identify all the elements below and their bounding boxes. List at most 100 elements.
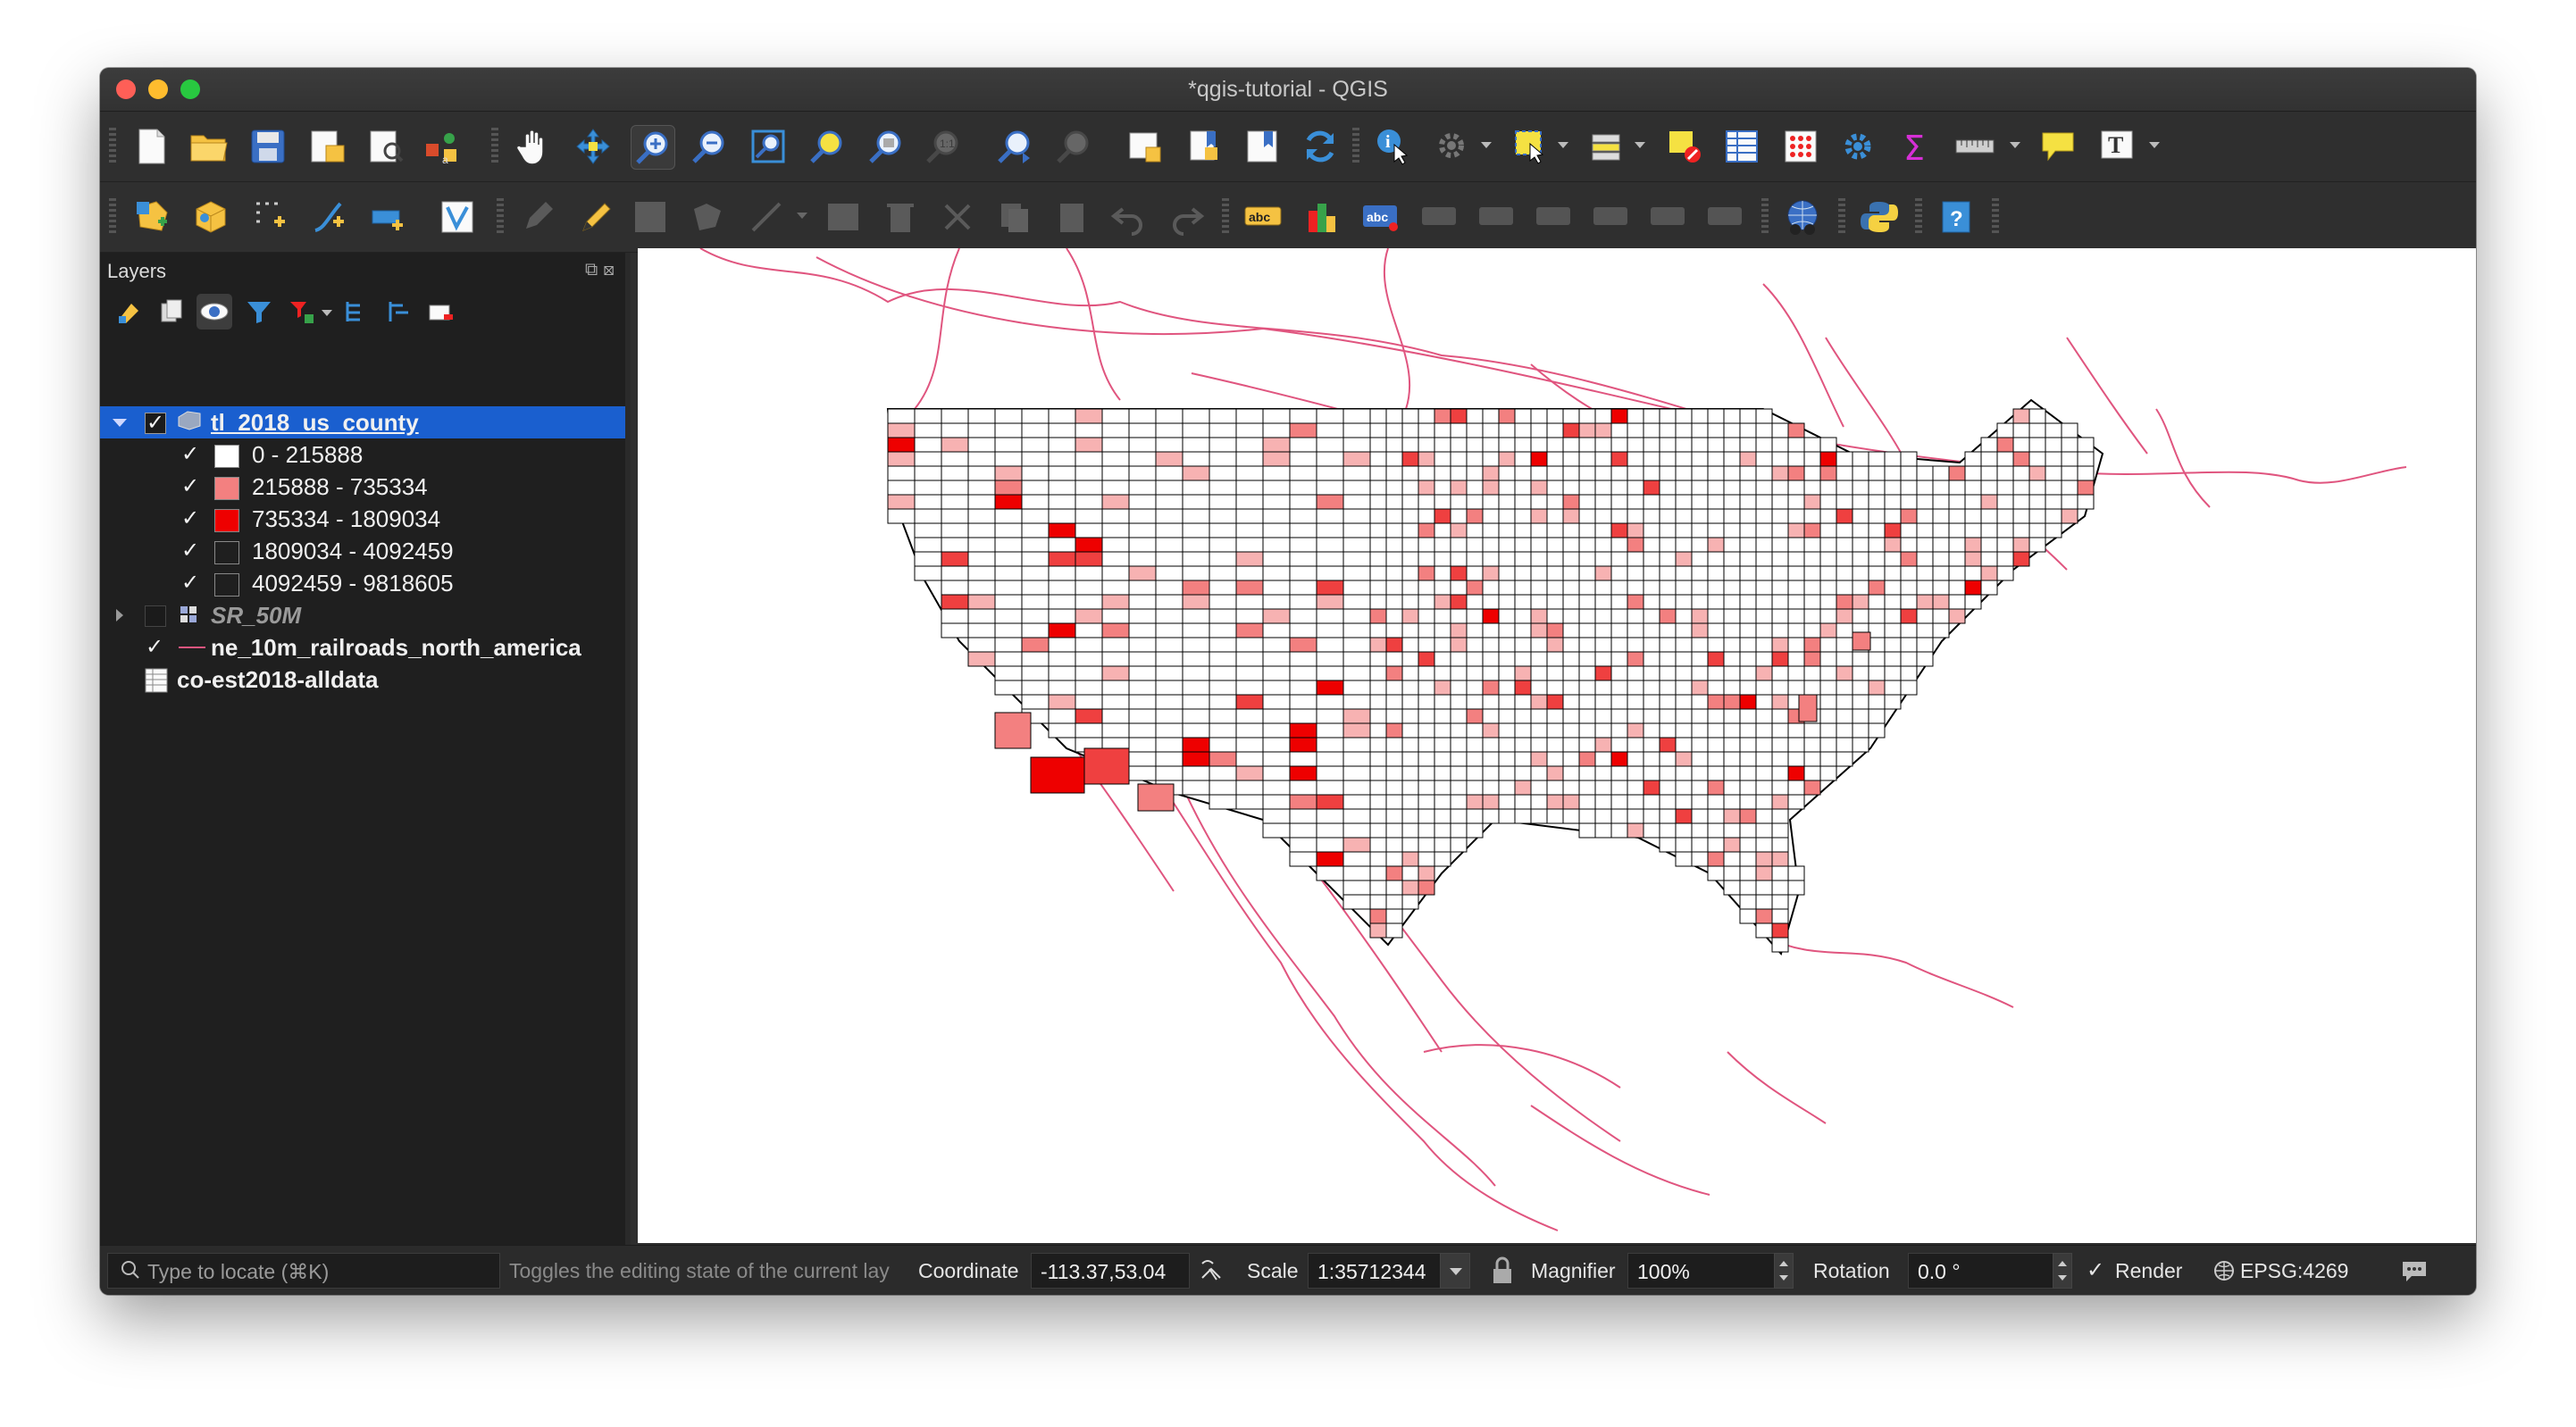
layer-row-railroads[interactable]: ✓ ne_10m_railroads_north_america — [100, 631, 625, 663]
crs-label[interactable]: EPSG:4269 — [2240, 1246, 2348, 1295]
modify-attributes-icon[interactable] — [822, 196, 865, 238]
add-group-icon[interactable] — [154, 294, 189, 330]
toolbar-grip[interactable] — [1761, 198, 1769, 236]
legend-item-checkbox[interactable]: ✓ — [180, 508, 200, 530]
magnifier-spinner[interactable] — [1774, 1253, 1794, 1289]
pan-to-selection-icon[interactable] — [572, 125, 615, 168]
change-label-icon[interactable] — [1647, 196, 1690, 238]
identify-icon[interactable]: i — [1372, 125, 1415, 168]
rotation-spinner[interactable] — [2053, 1253, 2072, 1289]
layer-visibility-checkbox[interactable]: ✓ — [145, 413, 166, 434]
lock-scale-icon[interactable] — [1490, 1246, 1515, 1295]
add-layer-icon[interactable] — [366, 196, 409, 238]
expand-all-icon[interactable] — [338, 294, 373, 330]
toolbar-grip[interactable] — [1915, 198, 1922, 236]
text-annotation-icon[interactable]: T — [2095, 125, 2138, 168]
toolbar-grip[interactable] — [1838, 198, 1845, 236]
deselect-icon[interactable] — [1663, 125, 1706, 168]
layout-manager-icon[interactable] — [364, 125, 407, 168]
panel-float-close-icons[interactable]: ⧉⊠ — [585, 260, 620, 280]
select-features-icon[interactable] — [1510, 125, 1552, 168]
collapse-arrow-icon[interactable] — [116, 609, 123, 622]
toolbar-grip[interactable] — [1222, 198, 1229, 236]
crs-globe-icon[interactable] — [2212, 1246, 2237, 1295]
zoom-to-layer-icon[interactable] — [865, 125, 907, 168]
remove-layer-icon[interactable] — [423, 294, 459, 330]
actions-icon[interactable] — [1431, 125, 1474, 168]
save-edits-icon[interactable] — [629, 196, 672, 238]
zoom-out-icon[interactable] — [688, 125, 731, 168]
layer-row-table[interactable]: co-est2018-alldata — [100, 663, 625, 696]
rotate-label-icon[interactable] — [1590, 196, 1633, 238]
toggle-editing-icon[interactable] — [573, 196, 616, 238]
style-layer-icon[interactable] — [111, 294, 146, 330]
help-icon[interactable]: ? — [1935, 196, 1978, 238]
current-edits-icon[interactable] — [516, 196, 559, 238]
toolbar-grip[interactable] — [109, 128, 116, 165]
annotation-dropdown[interactable] — [2149, 142, 2160, 148]
delete-selected-icon[interactable] — [879, 196, 922, 238]
undo-icon[interactable] — [1108, 196, 1150, 238]
select-by-value-icon[interactable] — [1586, 125, 1629, 168]
vertex-edit-icon[interactable] — [745, 196, 788, 238]
legend-item-0[interactable]: ✓ 0 - 215888 — [100, 438, 625, 471]
zoom-in-icon[interactable] — [631, 125, 675, 170]
vertex-tool-icon[interactable] — [436, 196, 479, 238]
copy-features-icon[interactable] — [993, 196, 1036, 238]
zoom-native-icon[interactable]: 1:1 — [922, 125, 965, 168]
rotation-field[interactable]: 0.0 ° — [1908, 1253, 2056, 1289]
zoom-next-icon[interactable] — [1052, 125, 1095, 168]
scale-dropdown[interactable] — [1440, 1253, 1470, 1289]
new-bookmark-icon[interactable] — [1183, 125, 1225, 168]
messages-icon[interactable] — [2399, 1246, 2430, 1295]
legend-item-4[interactable]: ✓ 4092459 - 9818605 — [100, 567, 625, 599]
toolbox-icon[interactable] — [1836, 125, 1879, 168]
toolbar-grip[interactable] — [497, 198, 504, 236]
expand-arrow-icon[interactable] — [113, 419, 127, 427]
coordinate-field[interactable]: -113.37,53.04 — [1031, 1253, 1190, 1289]
new-map-view-icon[interactable] — [1124, 125, 1167, 168]
diagram-icon[interactable] — [1301, 196, 1343, 238]
actions-dropdown[interactable] — [1481, 142, 1492, 148]
highlight-pin-icon[interactable]: abc — [1359, 196, 1402, 238]
pin-label-icon[interactable] — [1418, 196, 1461, 238]
toggle-extents-icon[interactable] — [1197, 1246, 1225, 1295]
print-layout-icon[interactable] — [305, 125, 348, 168]
add-feature-icon[interactable] — [686, 196, 729, 238]
zoom-last-icon[interactable] — [993, 125, 1036, 168]
filter-by-expression-icon[interactable] — [284, 294, 320, 330]
toolbar-grip[interactable] — [1992, 198, 1999, 236]
label-properties-icon[interactable] — [1704, 196, 1747, 238]
measure-dropdown[interactable] — [2010, 142, 2020, 148]
open-project-icon[interactable] — [188, 125, 230, 168]
show-bookmarks-icon[interactable] — [1242, 125, 1284, 168]
legend-item-checkbox[interactable]: ✓ — [180, 444, 200, 465]
manage-map-themes-icon[interactable] — [197, 294, 232, 330]
panel-splitter[interactable] — [627, 253, 631, 1246]
vertex-edit-dropdown[interactable] — [797, 213, 807, 219]
legend-item-3[interactable]: ✓ 1809034 - 4092459 — [100, 535, 625, 567]
measure-icon[interactable] — [1954, 125, 1997, 168]
legend-item-1[interactable]: ✓ 215888 - 735334 — [100, 471, 625, 503]
new-project-icon[interactable] — [130, 125, 173, 168]
redo-icon[interactable] — [1165, 196, 1208, 238]
layer-row-sr50m[interactable]: SR_50M — [100, 599, 625, 631]
filter-legend-icon[interactable] — [241, 294, 277, 330]
show-label-icon[interactable] — [1476, 196, 1518, 238]
new-shapefile-icon[interactable] — [130, 196, 173, 238]
python-console-icon[interactable] — [1858, 196, 1901, 238]
select-dropdown[interactable] — [1558, 142, 1568, 148]
toolbar-grip[interactable] — [1352, 128, 1359, 165]
collapse-all-icon[interactable] — [381, 294, 416, 330]
select-by-value-dropdown[interactable] — [1635, 142, 1645, 148]
move-label-icon[interactable] — [1533, 196, 1576, 238]
cut-features-icon[interactable] — [936, 196, 979, 238]
attribute-table-icon[interactable] — [1720, 125, 1763, 168]
render-checkbox[interactable]: ✓ — [2087, 1246, 2104, 1295]
paste-features-icon[interactable] — [1050, 196, 1093, 238]
layer-visibility-checkbox[interactable]: ✓ — [145, 637, 164, 658]
legend-item-2[interactable]: ✓ 735334 - 1809034 — [100, 503, 625, 535]
map-canvas[interactable] — [638, 248, 2476, 1243]
refresh-icon[interactable] — [1299, 125, 1342, 168]
new-geopackage-icon[interactable] — [189, 196, 232, 238]
